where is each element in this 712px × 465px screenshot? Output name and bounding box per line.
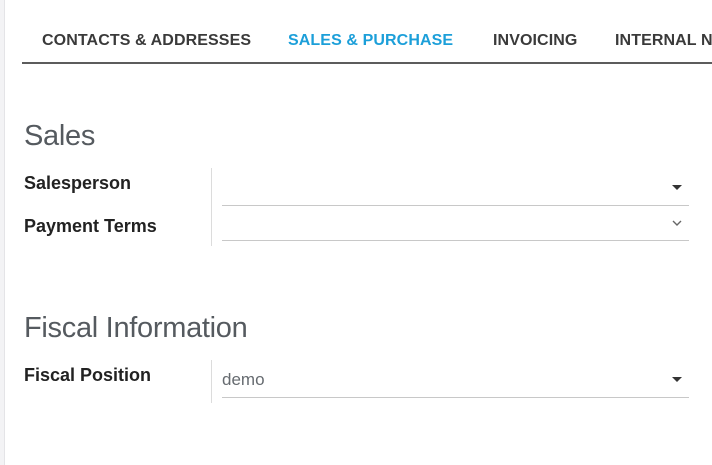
caret-down-icon[interactable] — [672, 185, 682, 190]
tab-contacts-addresses[interactable]: CONTACTS & ADDRESSES — [22, 20, 254, 62]
fiscal-position-label: Fiscal Position — [24, 365, 152, 385]
fiscal-section-title: Fiscal Information — [24, 312, 248, 344]
sales-label-divider — [211, 168, 212, 246]
fiscal-position-select[interactable]: demo — [222, 368, 689, 398]
left-edge-strip — [0, 0, 5, 465]
fiscal-label-divider — [211, 360, 212, 403]
tab-internal-notes[interactable]: INTERNAL N — [596, 20, 712, 62]
fiscal-position-value: demo — [222, 370, 265, 389]
payment-terms-select[interactable] — [222, 211, 689, 241]
tab-invoicing[interactable]: INVOICING — [474, 20, 596, 62]
payment-terms-label: Payment Terms — [24, 216, 157, 236]
chevron-down-icon[interactable] — [671, 217, 683, 229]
tab-sales-purchase[interactable]: SALES & PURCHASE — [270, 20, 474, 62]
caret-down-icon[interactable] — [672, 377, 682, 382]
sales-section-title: Sales — [24, 120, 96, 152]
salesperson-label: Salesperson — [24, 173, 132, 193]
salesperson-select[interactable] — [222, 176, 689, 206]
partner-form-page: CONTACTS & ADDRESSES SALES & PURCHASE IN… — [0, 0, 712, 465]
notebook-tabs: CONTACTS & ADDRESSES SALES & PURCHASE IN… — [22, 20, 712, 64]
